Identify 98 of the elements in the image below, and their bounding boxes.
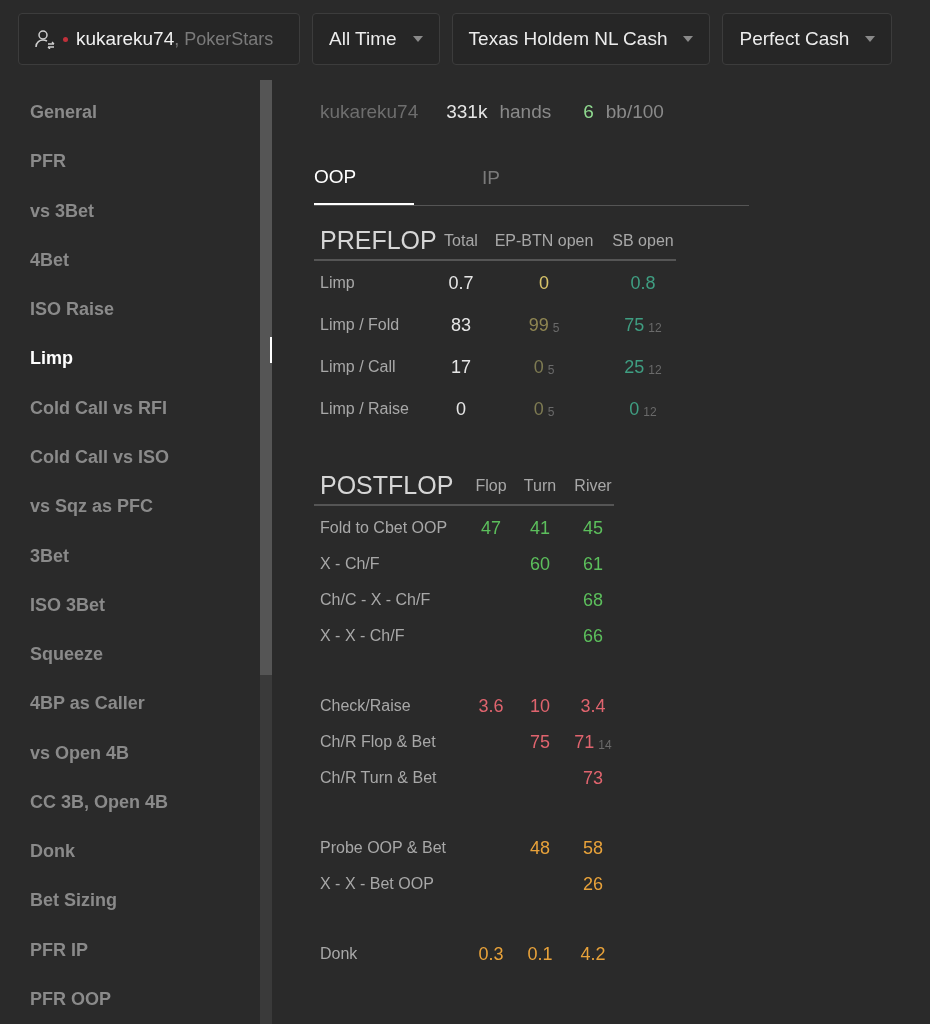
sidebar-item[interactable]: vs Open 4B — [30, 728, 260, 778]
stat-value: 58 — [583, 839, 603, 857]
player-dropdown[interactable]: kukareku74, PokerStars — [18, 13, 300, 65]
stat-value: 71 — [574, 733, 595, 751]
winrate-value: 6 — [583, 100, 594, 124]
sidebar-item[interactable]: 4BP as Caller — [30, 679, 260, 729]
filter-dropdown[interactable]: All Time — [312, 13, 440, 65]
tab[interactable]: IP — [482, 162, 582, 205]
row-label: Ch/R Turn & Bet — [320, 768, 438, 788]
player-name: kukareku74 — [76, 26, 175, 51]
row-label: X - Ch/F — [320, 554, 381, 574]
stat-value: 10 — [530, 697, 550, 715]
stat-value: 48 — [530, 839, 550, 857]
player-name: kukareku74 — [320, 100, 419, 124]
stat-value: 75 — [624, 316, 645, 334]
stat-value: 0.3 — [478, 945, 504, 963]
sidebar-item[interactable]: vs 3Bet — [30, 186, 260, 236]
stat-value: 61 — [583, 555, 603, 573]
selection-marker — [270, 337, 272, 363]
stat-value: 66 — [583, 627, 603, 645]
column-header: Flop — [474, 476, 508, 496]
tab[interactable]: OOP — [314, 162, 414, 205]
sample-size: 14 — [598, 739, 612, 751]
sidebar-item[interactable]: Cold Call vs ISO — [30, 432, 260, 483]
row-label: Probe OOP & Bet — [320, 838, 447, 858]
stat-value: 4.2 — [580, 945, 606, 963]
sidebar-item[interactable]: ISO 3Bet — [30, 580, 260, 630]
stat-value: 25 — [624, 358, 645, 376]
caret-icon — [412, 36, 423, 42]
sidebar-item[interactable]: ISO Raise — [30, 285, 260, 335]
row-label: Check/Raise — [320, 696, 412, 716]
column-header: SB open — [611, 231, 675, 251]
sidebar-item[interactable]: CC 3B, Open 4B — [30, 777, 260, 827]
scrollbar[interactable] — [260, 80, 272, 1024]
caret-icon — [865, 36, 876, 42]
section-title: PREFLOP — [320, 228, 438, 253]
stat-value: 0.8 — [630, 274, 656, 292]
row-label: Limp / Fold — [320, 315, 401, 335]
stat-value: 0.1 — [527, 945, 553, 963]
row-label: Ch/R Flop & Bet — [320, 732, 437, 752]
column-header: Turn — [522, 476, 558, 496]
hands-label: hands — [499, 100, 552, 124]
filter-dropdown[interactable]: Perfect Cash — [722, 13, 893, 65]
stat-value: 0 — [533, 400, 544, 418]
sidebar-item[interactable]: Limp — [30, 334, 260, 384]
sidebar-item[interactable]: PFR — [30, 137, 260, 187]
sample-size: 5 — [547, 406, 555, 418]
row-label: Ch/C - X - Ch/F — [320, 590, 432, 610]
row-label: X - X - Ch/F — [320, 626, 406, 646]
sample-size: 12 — [643, 406, 657, 418]
site-name: , PokerStars — [174, 27, 274, 51]
sidebar-item[interactable]: Squeeze — [30, 629, 260, 680]
sidebar-item[interactable]: PFR OOP — [30, 974, 260, 1024]
sample-size: 12 — [648, 322, 662, 334]
stat-value: 41 — [530, 519, 550, 537]
row-label: Limp — [320, 273, 356, 293]
stat-value: 47 — [481, 519, 501, 537]
stat-value: 75 — [530, 733, 550, 751]
stat-value: 0 — [539, 274, 549, 292]
sample-size: 5 — [552, 322, 560, 334]
column-header: EP-BTN open — [493, 231, 595, 251]
sidebar-item[interactable]: PFR IP — [30, 925, 260, 975]
stat-value: 83 — [451, 316, 471, 334]
sidebar-item[interactable]: vs Sqz as PFC — [30, 482, 260, 532]
stat-value: 26 — [583, 875, 603, 893]
winrate-label: bb/100 — [605, 100, 664, 124]
user-switch-icon — [35, 29, 55, 49]
stat-value: 3.4 — [580, 697, 606, 715]
sample-size: 12 — [648, 364, 662, 376]
stat-value: 68 — [583, 591, 603, 609]
row-label: Fold to Cbet OOP — [320, 518, 449, 538]
section-title: POSTFLOP — [320, 473, 455, 498]
row-label: Donk — [320, 944, 359, 964]
sidebar-item[interactable]: 4Bet — [30, 235, 260, 286]
row-label: Limp / Raise — [320, 399, 410, 419]
row-label: X - X - Bet OOP — [320, 874, 435, 894]
stat-value: 17 — [451, 358, 471, 376]
stat-value: 0 — [533, 358, 544, 376]
stat-value: 99 — [528, 316, 549, 334]
sidebar-item[interactable]: Cold Call vs RFI — [30, 383, 260, 433]
stat-value: 45 — [583, 519, 603, 537]
sidebar-item[interactable]: Bet Sizing — [30, 876, 260, 926]
stat-value: 0 — [456, 400, 466, 418]
caret-icon — [683, 36, 694, 42]
sidebar-item[interactable]: 3Bet — [30, 531, 260, 581]
row-label: Limp / Call — [320, 357, 397, 377]
sidebar-item[interactable]: General — [30, 88, 260, 138]
sidebar-item[interactable]: Donk — [30, 827, 260, 877]
stat-value: 73 — [583, 769, 603, 787]
stat-value: 0 — [629, 400, 640, 418]
stat-value: 3.6 — [478, 697, 504, 715]
hands-count: 331k — [446, 100, 488, 124]
filter-dropdown[interactable]: Texas Holdem NL Cash — [451, 13, 711, 65]
stat-value: 60 — [530, 555, 550, 573]
column-header: Total — [443, 231, 479, 251]
sample-size: 5 — [547, 364, 555, 376]
stat-value: 0.7 — [448, 274, 474, 292]
column-header: River — [573, 476, 613, 496]
